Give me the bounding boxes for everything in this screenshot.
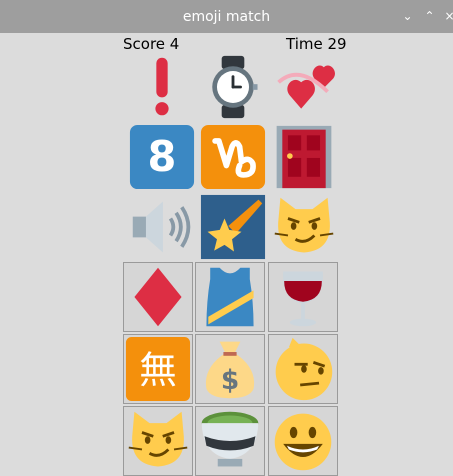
tile-diamond-suit[interactable] xyxy=(123,262,193,332)
window-titlebar[interactable]: emoji match ⌄ ⌃ × xyxy=(0,0,453,33)
japanese-free-of-charge-icon: 無 xyxy=(125,336,191,402)
tile-exclamation[interactable] xyxy=(127,52,197,122)
tile-unamused-face[interactable] xyxy=(268,334,338,404)
shooting-star-icon xyxy=(200,194,266,260)
tile-cat-smirk[interactable] xyxy=(269,192,339,262)
close-button[interactable]: × xyxy=(442,9,453,24)
diamond-suit-icon xyxy=(134,267,182,327)
tile-keycap-eight[interactable]: 8 xyxy=(127,122,197,192)
wristwatch-icon xyxy=(212,55,258,119)
tile-matcha-tea[interactable] xyxy=(195,406,265,476)
cat-smirk-icon xyxy=(128,411,188,467)
grinning-face-icon xyxy=(274,413,332,471)
score-label: Score 4 xyxy=(123,35,180,53)
keycap-glyph: 8 xyxy=(148,132,177,181)
money-bag-glyph: $ xyxy=(221,365,239,396)
window-title: emoji match xyxy=(182,9,271,25)
door-icon xyxy=(276,125,332,189)
tile-two-hearts[interactable] xyxy=(269,52,339,122)
money-bag-icon: $ xyxy=(205,341,255,399)
exclamation-mark-icon xyxy=(155,57,169,116)
tile-door[interactable] xyxy=(269,122,339,192)
tile-wine-glass[interactable] xyxy=(268,262,338,332)
two-hearts-icon xyxy=(277,65,335,109)
tile-cat-smirk-2[interactable] xyxy=(123,406,193,476)
keycap-eight-icon: 8 xyxy=(129,124,195,190)
running-shirt-icon xyxy=(206,267,254,327)
tile-grinning-face[interactable] xyxy=(268,406,338,476)
wine-glass-icon xyxy=(283,271,323,327)
tile-shooting-star[interactable] xyxy=(198,192,268,262)
free-of-charge-glyph: 無 xyxy=(139,348,177,392)
speaker-icon xyxy=(132,201,191,253)
unamused-face-icon xyxy=(275,337,333,401)
tile-speaker[interactable] xyxy=(127,192,197,262)
capricorn-icon xyxy=(200,124,266,190)
minimize-button[interactable]: ⌄ xyxy=(400,9,415,24)
tile-wristwatch[interactable] xyxy=(198,52,268,122)
cat-smirk-icon xyxy=(274,197,334,253)
tile-free-of-charge[interactable]: 無 xyxy=(123,334,193,404)
maximize-button[interactable]: ⌃ xyxy=(422,9,437,24)
tile-money-bag[interactable]: $ xyxy=(195,334,265,404)
tile-running-shirt[interactable] xyxy=(195,262,265,332)
time-label: Time 29 xyxy=(286,35,347,53)
tile-capricorn[interactable] xyxy=(198,122,268,192)
matcha-tea-icon xyxy=(201,411,259,467)
